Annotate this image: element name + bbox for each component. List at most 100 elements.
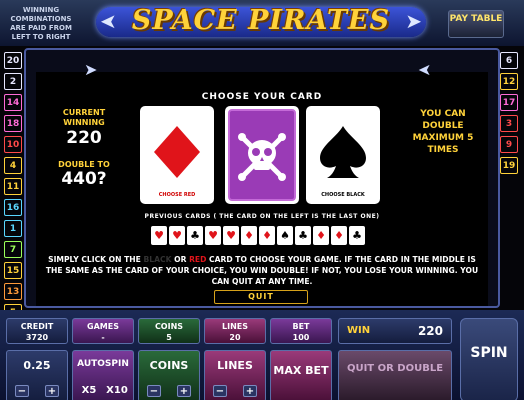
autospin-x5-button[interactable]: X5 — [79, 385, 99, 397]
games-display: GAMES - — [72, 318, 134, 344]
lines-plus-button[interactable]: + — [243, 385, 257, 397]
diamond-icon — [154, 126, 200, 178]
previous-card: ♣ — [295, 226, 311, 245]
double-to-value: 440? — [61, 169, 107, 189]
win-display: WIN 220 — [338, 318, 452, 344]
instructions-red-word: RED — [189, 255, 207, 264]
previous-card: ♦ — [259, 226, 275, 245]
coin-value-plus-button[interactable]: + — [45, 385, 59, 397]
payline-number: 13 — [4, 283, 22, 300]
payline-number: 1 — [4, 220, 22, 237]
card-back — [228, 109, 296, 201]
logo-text: SPACE PIRATES — [131, 5, 391, 36]
games-value: - — [101, 333, 105, 342]
bet-display: BET 100 — [270, 318, 332, 344]
top-bar: WINNING COMBINATIONS ARE PAID FROM LEFT … — [0, 0, 524, 46]
previous-card: ♦ — [331, 226, 347, 245]
bet-label: BET — [292, 322, 310, 331]
previous-cards-row: ♥ ♥ ♣ ♥ ♥ ♦ ♦ ♠ ♣ ♦ ♦ ♣ — [151, 226, 365, 245]
payline-number: 9 — [500, 136, 518, 153]
payline-number: 10 — [4, 136, 22, 153]
payline-number: 7 — [4, 241, 22, 258]
pay-table-button[interactable]: PAY TABLE — [448, 10, 504, 38]
payline-number: 18 — [4, 115, 22, 132]
lines-value: 20 — [229, 333, 241, 342]
payline-number: 3 — [500, 115, 518, 132]
choose-red-caption: CHOOSE RED — [158, 192, 196, 198]
payline-number: 6 — [500, 52, 518, 69]
instructions-text: SIMPLY CLICK ON THE — [48, 255, 144, 264]
coins-control: COINS − + — [138, 350, 200, 400]
payline-number: 20 — [4, 52, 22, 69]
quit-or-double-label: QUIT OR DOUBLE — [346, 363, 444, 374]
previous-card: ♦ — [313, 226, 329, 245]
gamble-instructions: SIMPLY CLICK ON THE BLACK OR RED CARD TO… — [40, 254, 484, 287]
choose-card-title: CHOOSE YOUR CARD — [201, 92, 323, 102]
quit-or-double-button[interactable]: QUIT OR DOUBLE — [338, 350, 452, 400]
spaceship-icon: ➤ — [405, 9, 422, 33]
choose-black-card[interactable]: CHOOSE BLACK — [306, 106, 380, 204]
max-bet-button[interactable]: MAX BET — [270, 350, 332, 400]
coins-label: COINS — [154, 322, 184, 331]
coins-plus-button[interactable]: + — [177, 385, 191, 397]
coins-minus-button[interactable]: − — [147, 385, 161, 397]
payline-number: 11 — [4, 178, 22, 195]
payline-numbers-right: 6 12 17 3 9 19 — [500, 52, 520, 178]
previous-card: ♥ — [169, 226, 185, 245]
lines-control: LINES − + — [204, 350, 266, 400]
bet-value: 100 — [292, 333, 310, 342]
coin-value-control: 0.25 − + — [6, 350, 68, 400]
previous-card: ♦ — [241, 226, 257, 245]
previous-card: ♥ — [151, 226, 167, 245]
quit-button[interactable]: QUIT — [214, 290, 308, 304]
win-value: 220 — [417, 324, 443, 338]
payline-number: 15 — [4, 262, 22, 279]
previous-card: ♠ — [277, 226, 293, 245]
payline-number: 12 — [500, 73, 518, 90]
skull-crossbones-icon — [238, 133, 286, 181]
max-bet-label: MAX BET — [273, 364, 329, 377]
payline-number: 19 — [500, 157, 518, 174]
autospin-x10-button[interactable]: X10 — [105, 385, 129, 397]
lines-minus-button[interactable]: − — [213, 385, 227, 397]
coins-value: 5 — [166, 333, 172, 342]
previous-card: ♣ — [187, 226, 203, 245]
slot-game: WINNING COMBINATIONS ARE PAID FROM LEFT … — [0, 0, 524, 400]
payline-number: 4 — [4, 157, 22, 174]
double-to-label: DOUBLE TO — [58, 160, 110, 169]
games-label: GAMES — [87, 322, 119, 331]
previous-card: ♥ — [223, 226, 239, 245]
spin-label: SPIN — [470, 345, 508, 361]
spaceship-icon: ➤ — [84, 60, 98, 79]
autospin-control: AUTOSPIN X5 X10 — [72, 350, 134, 400]
choose-black-caption: CHOOSE BLACK — [321, 192, 365, 198]
hidden-card — [225, 106, 299, 204]
instructions-black-word: BLACK — [143, 255, 172, 264]
winning-combinations-note: WINNING COMBINATIONS ARE PAID FROM LEFT … — [10, 6, 72, 41]
coin-value-minus-button[interactable]: − — [15, 385, 29, 397]
double-max-note: YOU CAN DOUBLE MAXIMUM 5 TIMES — [412, 109, 474, 155]
lines-button-label: LINES — [217, 359, 253, 372]
game-logo: ➤ SPACE PIRATES ➤ — [96, 3, 426, 43]
coin-value: 0.25 — [23, 359, 51, 372]
lines-label: LINES — [222, 322, 248, 331]
current-winning-value: 220 — [66, 128, 102, 148]
spin-button[interactable]: SPIN — [460, 318, 518, 400]
previous-cards-title: PREVIOUS CARDS ( THE CARD ON THE LEFT IS… — [144, 213, 380, 220]
instructions-text: OR — [171, 255, 190, 264]
coins-button-label: COINS — [149, 359, 189, 372]
credit-value: 3720 — [25, 333, 49, 342]
autospin-label: AUTOSPIN — [77, 359, 129, 369]
win-label: WIN — [347, 325, 371, 336]
choose-red-card[interactable]: CHOOSE RED — [140, 106, 214, 204]
credit-label: CREDIT — [20, 322, 54, 331]
lines-display: LINES 20 — [204, 318, 266, 344]
spade-icon — [320, 126, 366, 178]
credit-display: CREDIT 3720 — [6, 318, 68, 344]
previous-card: ♥ — [205, 226, 221, 245]
spaceship-icon: ➤ — [418, 60, 432, 79]
control-panel: CREDIT 3720 GAMES - COINS 5 LINES 20 BET… — [0, 310, 524, 400]
coins-display: COINS 5 — [138, 318, 200, 344]
payline-number: 2 — [4, 73, 22, 90]
current-winning-label: CURRENT WINNING — [62, 108, 106, 127]
